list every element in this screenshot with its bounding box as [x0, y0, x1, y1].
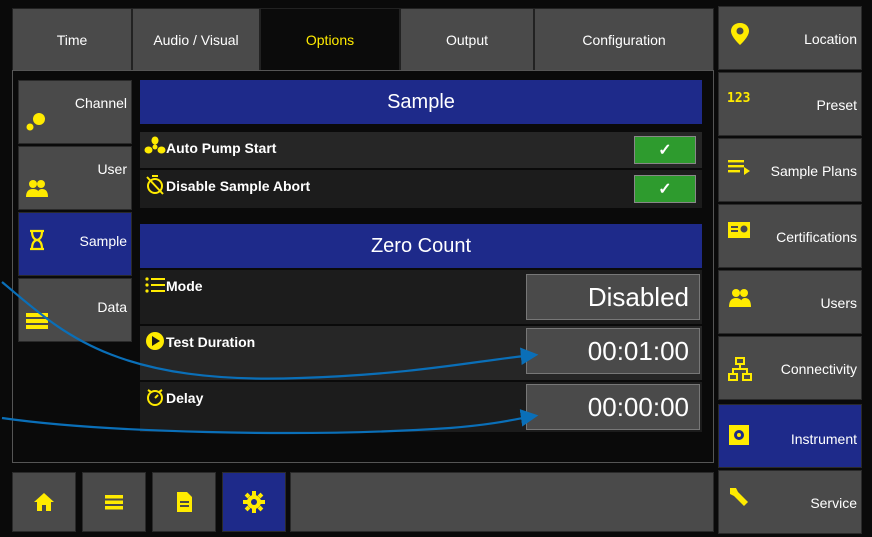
option-row-auto-pump-start: Auto Pump Start ✓	[140, 132, 702, 168]
play-circle-icon	[146, 332, 164, 350]
section-header-zero-count: Zero Count	[140, 224, 702, 268]
fan-icon	[144, 136, 166, 154]
list-icon	[105, 495, 123, 510]
sidebar-item-label: Channel	[74, 95, 127, 111]
network-icon	[728, 357, 752, 381]
document-icon	[177, 492, 192, 512]
tab-output[interactable]: Output	[400, 8, 534, 71]
nav-label: Location	[804, 31, 857, 47]
tab-label: Output	[445, 31, 489, 48]
nav-sample-plans[interactable]: Sample Plans	[718, 138, 862, 202]
list-button[interactable]	[82, 472, 146, 532]
tab-label: Time	[56, 31, 88, 48]
settings-button[interactable]	[222, 472, 286, 532]
delay-value-field[interactable]: 00:00:00	[526, 384, 700, 430]
nav-label: Service	[810, 495, 857, 511]
nav-certifications[interactable]: Certifications	[718, 204, 862, 268]
users-icon	[729, 289, 751, 307]
tab-label: Configuration	[582, 31, 666, 48]
section-header-sample: Sample	[140, 80, 702, 124]
sidebar-item-sample[interactable]: Sample	[18, 212, 132, 276]
numbers-123-icon: 123	[727, 91, 751, 106]
location-pin-icon	[731, 23, 749, 45]
nav-service[interactable]: Service	[718, 470, 862, 534]
channel-icon	[26, 113, 45, 131]
sidebar-item-channel[interactable]: Channel	[18, 80, 132, 144]
nav-location[interactable]: Location	[718, 6, 862, 70]
sidebar-item-user[interactable]: User	[18, 146, 132, 210]
option-label: Auto Pump Start	[166, 140, 277, 156]
sidebar-item-label: Sample	[79, 233, 127, 249]
sample-plans-icon	[728, 160, 750, 175]
hourglass-icon	[30, 229, 44, 251]
nav-label: Sample Plans	[770, 163, 857, 179]
option-label: Test Duration	[166, 334, 256, 350]
home-button[interactable]	[12, 472, 76, 532]
sidebar-item-data[interactable]: Data	[18, 278, 132, 342]
table-icon	[26, 313, 48, 329]
tab-audio-visual[interactable]: Audio / Visual	[132, 8, 260, 71]
gear-icon	[243, 491, 265, 513]
tab-label: Options	[305, 32, 355, 48]
list-icon	[145, 277, 165, 293]
option-label: Mode	[166, 278, 203, 294]
tab-options[interactable]: Options	[260, 8, 400, 71]
auto-pump-start-checkbox[interactable]: ✓	[634, 136, 696, 164]
nav-instrument[interactable]: Instrument	[718, 404, 862, 468]
option-label: Delay	[166, 390, 204, 406]
option-label: Disable Sample Abort	[166, 178, 311, 194]
nav-label: Connectivity	[780, 361, 857, 377]
test-duration-value-field[interactable]: 00:01:00	[526, 328, 700, 374]
nav-preset[interactable]: 123 Preset	[718, 72, 862, 136]
nav-connectivity[interactable]: Connectivity	[718, 336, 862, 400]
nav-label: Users	[820, 295, 857, 311]
nav-label: Certifications	[776, 229, 857, 245]
home-icon	[34, 493, 54, 511]
nav-label: Instrument	[790, 431, 857, 447]
wrench-icon	[730, 488, 748, 506]
sidebar-item-label: User	[97, 161, 127, 177]
nav-label: Preset	[816, 97, 857, 113]
certificate-icon	[728, 222, 750, 238]
sidebar-item-label: Data	[97, 299, 127, 315]
option-row-disable-sample-abort: Disable Sample Abort ✓	[140, 170, 702, 208]
mode-value-field[interactable]: Disabled	[526, 274, 700, 320]
tab-time[interactable]: Time	[12, 8, 132, 71]
timer-off-icon	[146, 175, 164, 195]
bottom-bar-empty-area	[290, 472, 714, 532]
user-group-icon	[26, 180, 48, 197]
timer-icon	[147, 389, 163, 406]
instrument-icon	[729, 425, 749, 445]
document-button[interactable]	[152, 472, 216, 532]
tab-configuration[interactable]: Configuration	[534, 8, 714, 71]
nav-users[interactable]: Users	[718, 270, 862, 334]
device-screen: Time Audio / Visual Options Output Confi…	[0, 0, 872, 537]
disable-sample-abort-checkbox[interactable]: ✓	[634, 175, 696, 203]
tab-label: Audio / Visual	[153, 31, 239, 48]
